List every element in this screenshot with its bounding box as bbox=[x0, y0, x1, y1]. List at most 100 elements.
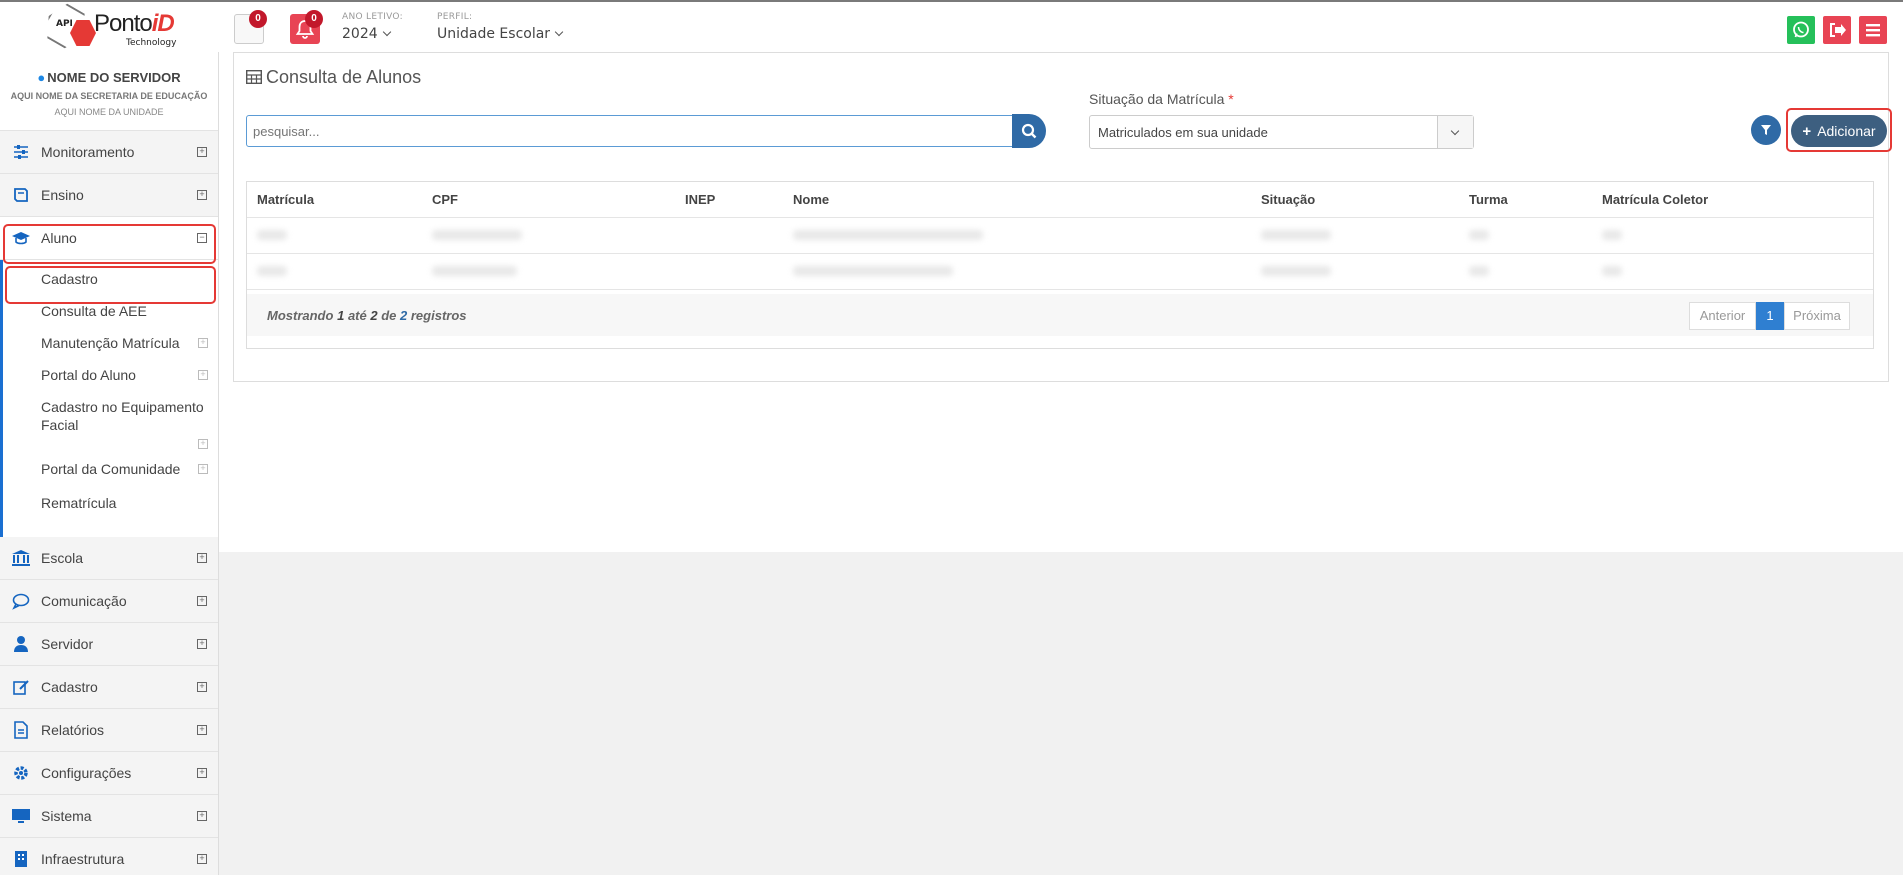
edit-icon bbox=[11, 677, 31, 697]
blurred-cell bbox=[793, 266, 953, 276]
table-header: Matrícula CPF INEP Nome Situação Turma M… bbox=[247, 182, 1873, 218]
chevron-down-icon bbox=[1450, 126, 1460, 136]
pagination-previous[interactable]: Anterior bbox=[1689, 302, 1756, 330]
chevron-down-icon bbox=[554, 27, 564, 37]
sidebar-item-sistema[interactable]: Sistema + bbox=[0, 795, 218, 838]
submenu-item-manutencao-matricula[interactable]: Manutenção Matrícula + bbox=[3, 334, 218, 352]
user-icon bbox=[11, 634, 31, 654]
logout-button[interactable] bbox=[1823, 16, 1851, 44]
column-header[interactable]: Matrícula Coletor bbox=[1602, 192, 1708, 207]
logo-subtitle: Technology bbox=[126, 38, 177, 48]
profile-value: Unidade Escolar bbox=[437, 26, 551, 42]
sidebar-item-label: Comunicação bbox=[41, 593, 127, 609]
gear-icon bbox=[11, 763, 31, 783]
expand-icon[interactable]: + bbox=[198, 464, 208, 474]
pagination-current[interactable]: 1 bbox=[1756, 302, 1784, 330]
expand-icon[interactable]: + bbox=[197, 147, 207, 157]
file-icon bbox=[11, 720, 31, 740]
expand-icon[interactable]: + bbox=[197, 682, 207, 692]
highlight-cadastro bbox=[5, 266, 216, 304]
submenu-item-label: Manutenção Matrícula bbox=[41, 335, 180, 351]
blurred-cell bbox=[432, 266, 517, 276]
profile-selector[interactable]: Unidade Escolar bbox=[437, 26, 564, 42]
expand-icon[interactable]: + bbox=[197, 811, 207, 821]
blurred-cell bbox=[257, 266, 287, 276]
submenu-item-consulta-aee[interactable]: Consulta de AEE bbox=[3, 302, 147, 320]
expand-icon[interactable]: + bbox=[197, 596, 207, 606]
expand-icon[interactable]: + bbox=[197, 639, 207, 649]
submenu-item-portal-aluno[interactable]: Portal do Aluno + bbox=[3, 366, 218, 384]
dropdown-arrow[interactable] bbox=[1437, 116, 1473, 148]
search-input[interactable] bbox=[246, 115, 1013, 147]
year-value: 2024 bbox=[342, 26, 378, 42]
sidebar-item-label: Configurações bbox=[41, 765, 132, 781]
sidebar-item-servidor[interactable]: Servidor + bbox=[0, 623, 218, 666]
submenu-item-equipamento-facial[interactable]: Cadastro no Equipamento Facial + bbox=[3, 398, 218, 449]
app-logo[interactable]: API PontoiD Technology bbox=[42, 4, 176, 52]
column-header[interactable]: Turma bbox=[1469, 192, 1508, 207]
table-row[interactable] bbox=[247, 254, 1873, 290]
situacao-label: Situação da Matrícula * bbox=[1089, 91, 1234, 107]
expand-icon[interactable]: + bbox=[197, 190, 207, 200]
blurred-cell bbox=[432, 230, 522, 240]
search-icon bbox=[1021, 123, 1037, 139]
building-icon bbox=[11, 849, 31, 869]
column-header[interactable]: INEP bbox=[685, 192, 715, 207]
sidebar-item-monitoramento[interactable]: Monitoramento + bbox=[0, 131, 218, 174]
pagination-next[interactable]: Próxima bbox=[1784, 302, 1850, 330]
expand-icon[interactable]: + bbox=[197, 553, 207, 563]
submenu-item-rematricula[interactable]: Rematrícula bbox=[3, 494, 116, 512]
submenu-item-label: Rematrícula bbox=[41, 495, 117, 511]
aluno-submenu-continued: Portal da Comunidade + Rematrícula bbox=[0, 450, 218, 537]
blurred-cell bbox=[793, 230, 983, 240]
sidebar-item-ensino[interactable]: Ensino + bbox=[0, 174, 218, 217]
chevron-down-icon bbox=[382, 27, 391, 37]
notifications-badge: 0 bbox=[305, 10, 323, 28]
whatsapp-icon bbox=[1793, 21, 1809, 38]
top-bar: API PontoiD Technology 0 0 ANO LETIVO: 2… bbox=[0, 0, 1903, 52]
expand-icon[interactable]: + bbox=[197, 768, 207, 778]
main-menu-button[interactable] bbox=[1859, 16, 1887, 44]
hamburger-menu-icon bbox=[1866, 24, 1880, 37]
year-label: ANO LETIVO: bbox=[342, 12, 403, 22]
blurred-cell bbox=[1261, 266, 1331, 276]
column-header[interactable]: Matrícula bbox=[257, 192, 314, 207]
summary-from: 1 bbox=[337, 308, 345, 323]
user-name: ● NOME DO SERVIDOR bbox=[0, 70, 218, 85]
user-secretaria: AQUI NOME DA SECRETARIA DE EDUCAÇÃO bbox=[10, 91, 208, 101]
blurred-cell bbox=[1469, 230, 1489, 240]
logo-brand-main: Ponto bbox=[94, 10, 153, 37]
column-header[interactable]: Nome bbox=[793, 192, 829, 207]
sidebar-item-comunicacao[interactable]: Comunicação + bbox=[0, 580, 218, 623]
sidebar-item-cadastro[interactable]: Cadastro + bbox=[0, 666, 218, 709]
records-summary: Mostrando 1 até 2 de 2 registros bbox=[267, 308, 467, 323]
whatsapp-button[interactable] bbox=[1787, 16, 1815, 44]
logo-brand-accent: iD bbox=[151, 10, 175, 37]
column-header[interactable]: CPF bbox=[432, 192, 458, 207]
sidebar-item-label: Escola bbox=[41, 550, 84, 566]
summary-prefix: Mostrando bbox=[267, 308, 334, 323]
highlight-aluno bbox=[3, 224, 216, 264]
user-info: ● NOME DO SERVIDOR AQUI NOME DA SECRETARI… bbox=[0, 52, 218, 131]
expand-icon[interactable]: + bbox=[198, 439, 208, 449]
sidebar-item-label: Cadastro bbox=[41, 679, 98, 695]
expand-icon[interactable]: + bbox=[197, 725, 207, 735]
sidebar-item-label: Servidor bbox=[41, 636, 94, 652]
submenu-item-portal-comunidade[interactable]: Portal da Comunidade + bbox=[3, 460, 218, 478]
expand-icon[interactable]: + bbox=[198, 370, 208, 380]
sidebar: ● NOME DO SERVIDOR AQUI NOME DA SECRETARI… bbox=[0, 52, 219, 875]
table-row[interactable] bbox=[247, 218, 1873, 254]
column-header[interactable]: Situação bbox=[1261, 192, 1315, 207]
filter-button[interactable] bbox=[1751, 115, 1781, 145]
sidebar-item-configuracoes[interactable]: Configurações + bbox=[0, 752, 218, 795]
sidebar-item-escola[interactable]: Escola + bbox=[0, 537, 218, 580]
page-title-text: Consulta de Alunos bbox=[266, 67, 422, 87]
sidebar-item-relatorios[interactable]: Relatórios + bbox=[0, 709, 218, 752]
search-button[interactable] bbox=[1012, 114, 1046, 148]
chat-bubble-icon bbox=[11, 591, 31, 611]
sidebar-item-infraestrutura[interactable]: Infraestrutura + bbox=[0, 838, 218, 875]
expand-icon[interactable]: + bbox=[197, 854, 207, 864]
situacao-select[interactable]: Matriculados em sua unidade bbox=[1089, 115, 1474, 149]
year-selector[interactable]: 2024 bbox=[342, 26, 391, 42]
expand-icon[interactable]: + bbox=[198, 338, 208, 348]
